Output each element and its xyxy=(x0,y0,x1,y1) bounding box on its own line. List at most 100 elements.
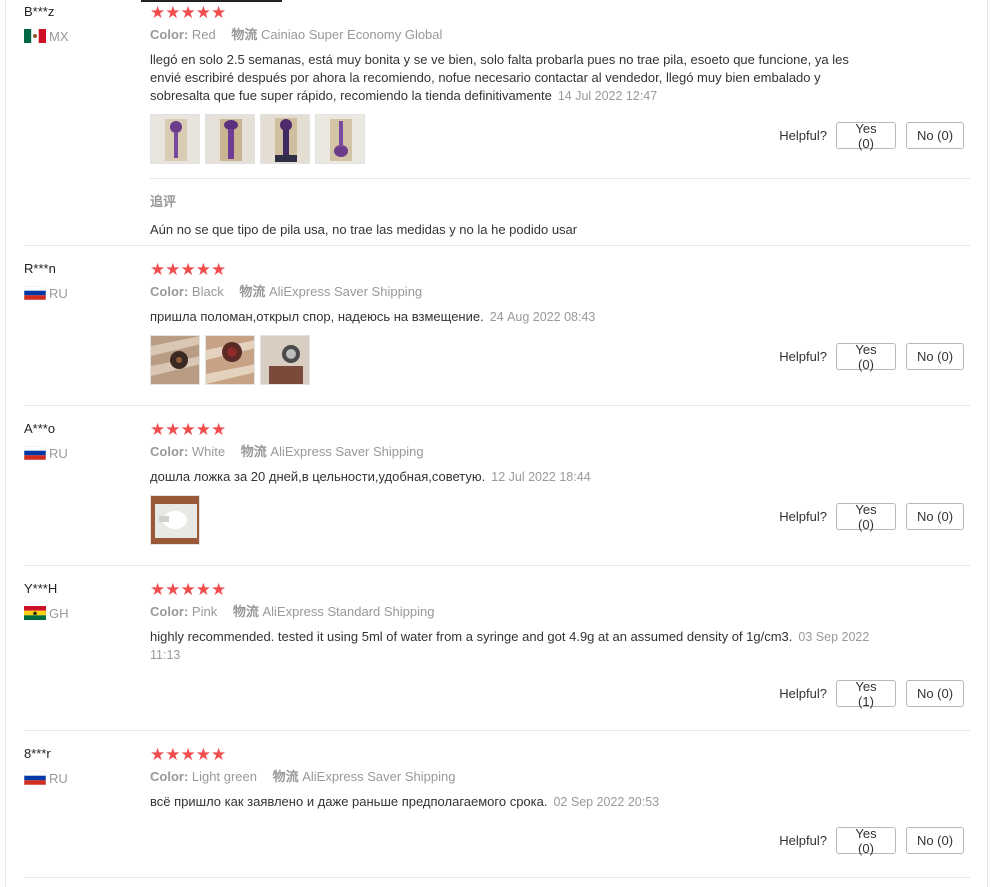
review-body: всё пришло как заявлено и даже раньше пр… xyxy=(150,794,548,809)
helpful-label: Helpful? xyxy=(779,833,827,848)
reviewer-info: R***n RU xyxy=(24,261,134,301)
mexico-flag-icon xyxy=(24,29,46,43)
color-label: Color: xyxy=(150,444,189,459)
review-body: highly recommended. tested it using 5ml … xyxy=(150,629,793,644)
review-body: пришла поломан,открыл спор, надеюсь на в… xyxy=(150,309,484,324)
star-rating: ★★★★★ xyxy=(150,745,227,764)
helpful-controls: Helpful? Yes (0) No (0) xyxy=(779,826,964,856)
shipping-value: AliExpress Saver Shipping xyxy=(302,769,456,784)
review-meta: Color: Red 物流 Cainiao Super Economy Glob… xyxy=(150,27,970,43)
reviewer-info: A***o RU xyxy=(24,421,134,461)
shipping-value: AliExpress Standard Shipping xyxy=(262,604,435,619)
review-item: R***n RU ★★★★★ Color: Black 物流 AliExpres… xyxy=(24,246,970,406)
review-date: 24 Aug 2022 08:43 xyxy=(489,310,596,324)
helpful-controls: Helpful? Yes (0) No (0) xyxy=(779,342,964,372)
helpful-controls: Helpful? Yes (1) No (0) xyxy=(779,679,964,709)
review-photo[interactable] xyxy=(150,114,200,164)
review-text: highly recommended. tested it using 5ml … xyxy=(150,628,870,664)
review-text: llegó en solo 2.5 semanas, está muy boni… xyxy=(150,51,870,105)
helpful-no-button[interactable]: No (0) xyxy=(906,122,964,149)
country-code: RU xyxy=(49,770,68,786)
reviewer-info: 8***r RU xyxy=(24,746,134,786)
review-photo[interactable] xyxy=(260,335,310,385)
reviewer-country: GH xyxy=(24,605,134,621)
color-label: Color: xyxy=(150,769,189,784)
review-item: Y***H GH ★★★★★ Color: Pink 物流 AliExpress… xyxy=(24,566,970,731)
reviewer-name: B***z xyxy=(24,4,55,19)
color-value: Pink xyxy=(191,604,218,619)
star-rating: ★★★★★ xyxy=(150,3,227,22)
review-body: дошла ложка за 20 дней,в цельности,удобн… xyxy=(150,469,486,484)
review-item: 8***r RU ★★★★★ Color: Light green 物流 Ali… xyxy=(24,731,970,878)
color-label: Color: xyxy=(150,604,189,619)
reviewer-name: R***n xyxy=(24,261,56,276)
reviewer-name: A***o xyxy=(24,421,56,436)
helpful-yes-button[interactable]: Yes (0) xyxy=(836,826,896,856)
review-photo[interactable] xyxy=(260,114,310,164)
color-value: White xyxy=(191,444,226,459)
russia-flag-icon xyxy=(24,771,46,785)
review-text: пришла поломан,открыл спор, надеюсь на в… xyxy=(150,308,870,326)
russia-flag-icon xyxy=(24,286,46,300)
review-content: ★★★★★ Color: Light green 物流 AliExpress S… xyxy=(150,746,970,811)
shipping-label: 物流 xyxy=(239,284,266,299)
reviewer-country: RU xyxy=(24,770,134,786)
star-rating: ★★★★★ xyxy=(150,420,227,439)
shipping-label: 物流 xyxy=(240,444,267,459)
helpful-label: Helpful? xyxy=(779,509,827,524)
shipping-label: 物流 xyxy=(272,769,299,784)
review-photo[interactable] xyxy=(315,114,365,164)
review-photo[interactable] xyxy=(150,335,200,385)
reviewer-info: Y***H GH xyxy=(24,581,134,621)
helpful-no-button[interactable]: No (0) xyxy=(906,503,964,530)
review-item: A***o RU ★★★★★ Color: White 物流 AliExpres… xyxy=(24,406,970,566)
review-text: дошла ложка за 20 дней,в цельности,удобн… xyxy=(150,468,870,486)
review-content: ★★★★★ Color: Pink 物流 AliExpress Standard… xyxy=(150,581,970,664)
review-meta: Color: Pink 物流 AliExpress Standard Shipp… xyxy=(150,604,970,620)
helpful-yes-button[interactable]: Yes (0) xyxy=(836,121,896,151)
color-value: Black xyxy=(191,284,224,299)
color-label: Color: xyxy=(150,27,189,42)
review-meta: Color: Black 物流 AliExpress Saver Shippin… xyxy=(150,284,970,300)
country-code: MX xyxy=(49,28,69,44)
review-item: B***z MX ★★★★★ Color: Red 物流 Cainiao Sup… xyxy=(24,0,970,246)
helpful-label: Helpful? xyxy=(779,686,827,701)
shipping-value: AliExpress Saver Shipping xyxy=(270,444,424,459)
review-photo[interactable] xyxy=(205,335,255,385)
shipping-label: 物流 xyxy=(231,27,258,42)
review-photo[interactable] xyxy=(150,495,200,545)
russia-flag-icon xyxy=(24,446,46,460)
reviewer-name: 8***r xyxy=(24,746,51,761)
review-photo[interactable] xyxy=(205,114,255,164)
country-code: RU xyxy=(49,445,68,461)
helpful-no-button[interactable]: No (0) xyxy=(906,827,964,854)
country-code: RU xyxy=(49,285,68,301)
reviewer-info: B***z MX xyxy=(24,4,134,44)
helpful-label: Helpful? xyxy=(779,128,827,143)
followup-text: Aún no se que tipo de pila usa, no trae … xyxy=(150,222,578,237)
color-label: Color: xyxy=(150,284,189,299)
reviewer-name: Y***H xyxy=(24,581,58,596)
helpful-yes-button[interactable]: Yes (1) xyxy=(836,679,896,709)
shipping-value: Cainiao Super Economy Global xyxy=(261,27,443,42)
reviewer-country: RU xyxy=(24,445,134,461)
color-value: Light green xyxy=(191,769,257,784)
ghana-flag-icon xyxy=(24,606,46,620)
review-meta: Color: White 物流 AliExpress Saver Shippin… xyxy=(150,444,970,460)
review-meta: Color: Light green 物流 AliExpress Saver S… xyxy=(150,769,970,785)
helpful-yes-button[interactable]: Yes (0) xyxy=(836,502,896,532)
review-date: 02 Sep 2022 20:53 xyxy=(553,795,660,809)
helpful-controls: Helpful? Yes (0) No (0) xyxy=(779,121,964,151)
helpful-yes-button[interactable]: Yes (0) xyxy=(836,342,896,372)
country-code: GH xyxy=(49,605,69,621)
shipping-value: AliExpress Saver Shipping xyxy=(268,284,423,299)
review-body: llegó en solo 2.5 semanas, está muy boni… xyxy=(150,52,849,103)
color-value: Red xyxy=(191,27,216,42)
reviewer-country: MX xyxy=(24,28,134,44)
helpful-no-button[interactable]: No (0) xyxy=(906,343,964,370)
review-date: 12 Jul 2022 18:44 xyxy=(491,470,591,484)
star-rating: ★★★★★ xyxy=(150,260,227,279)
review-text: всё пришло как заявлено и даже раньше пр… xyxy=(150,793,870,811)
helpful-no-button[interactable]: No (0) xyxy=(906,680,964,707)
shipping-label: 物流 xyxy=(232,604,259,619)
